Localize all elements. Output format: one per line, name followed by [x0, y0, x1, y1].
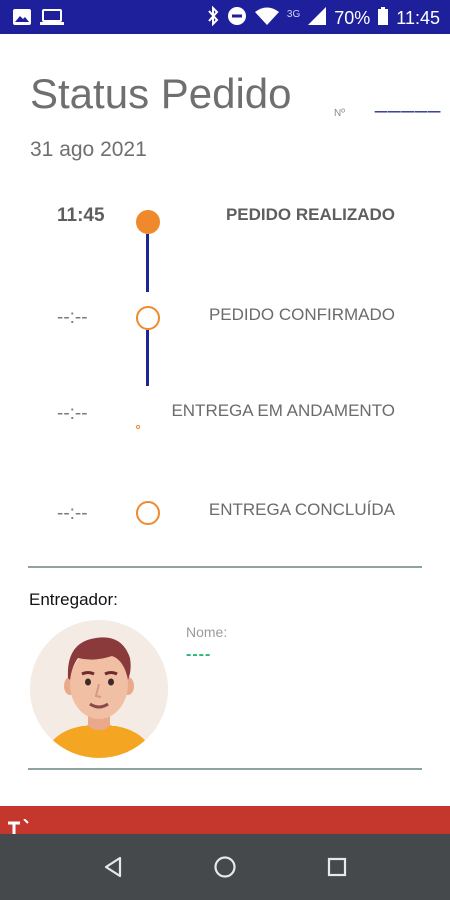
timeline-time-delivered: --:--	[57, 503, 88, 524]
courier-section-title: Entregador:	[29, 590, 118, 609]
timeline-connector	[146, 330, 149, 386]
timeline-dot-delivered	[136, 501, 160, 525]
courier-name-label: Nome:	[186, 624, 228, 640]
order-number-label: Nº	[334, 108, 345, 119]
divider	[28, 768, 422, 770]
courier-avatar	[30, 620, 168, 758]
battery-icon	[378, 7, 389, 29]
order-number-value: _____	[375, 88, 442, 113]
clock: 11:45	[396, 7, 440, 28]
timeline-dot-confirmed	[136, 306, 160, 330]
order-date: 31 ago 2021	[30, 138, 147, 161]
timeline-time-in-transit: --:--	[57, 403, 88, 424]
gallery-icon	[12, 8, 32, 30]
timeline-connector	[146, 234, 149, 292]
timeline-time-ordered: 11:45	[57, 205, 105, 226]
timeline-dot-ordered	[136, 210, 160, 234]
timeline-label-ordered: PEDIDO REALIZADO	[225, 205, 395, 224]
back-icon[interactable]	[98, 852, 128, 882]
divider	[28, 566, 422, 568]
do-not-disturb-icon	[227, 6, 247, 30]
recents-icon[interactable]	[322, 852, 352, 882]
signal-icon	[308, 7, 327, 29]
timeline-label-confirmed: PEDIDO CONFIRMADO	[208, 305, 395, 324]
wifi-icon	[254, 7, 279, 29]
timeline-label-delivered: ENTREGA CONCLUÍDA	[208, 500, 395, 519]
network-type: 3G	[286, 8, 301, 20]
home-icon[interactable]	[210, 852, 240, 882]
battery-percentage: 70%	[334, 7, 371, 28]
timeline-time-confirmed: --:--	[57, 307, 88, 328]
status-bar: 3G 70% 11:45	[0, 0, 450, 34]
timeline-dot-in-transit	[136, 425, 140, 429]
timeline-label-in-transit: ENTREGA EM ANDAMENTO	[171, 401, 395, 420]
page-title: Status Pedido	[30, 70, 292, 117]
bluetooth-icon	[207, 5, 219, 30]
laptop-icon	[40, 8, 64, 30]
navigation-bar	[0, 834, 450, 900]
bottom-action-bar[interactable]	[0, 806, 450, 835]
courier-name-value: ----	[186, 646, 212, 663]
